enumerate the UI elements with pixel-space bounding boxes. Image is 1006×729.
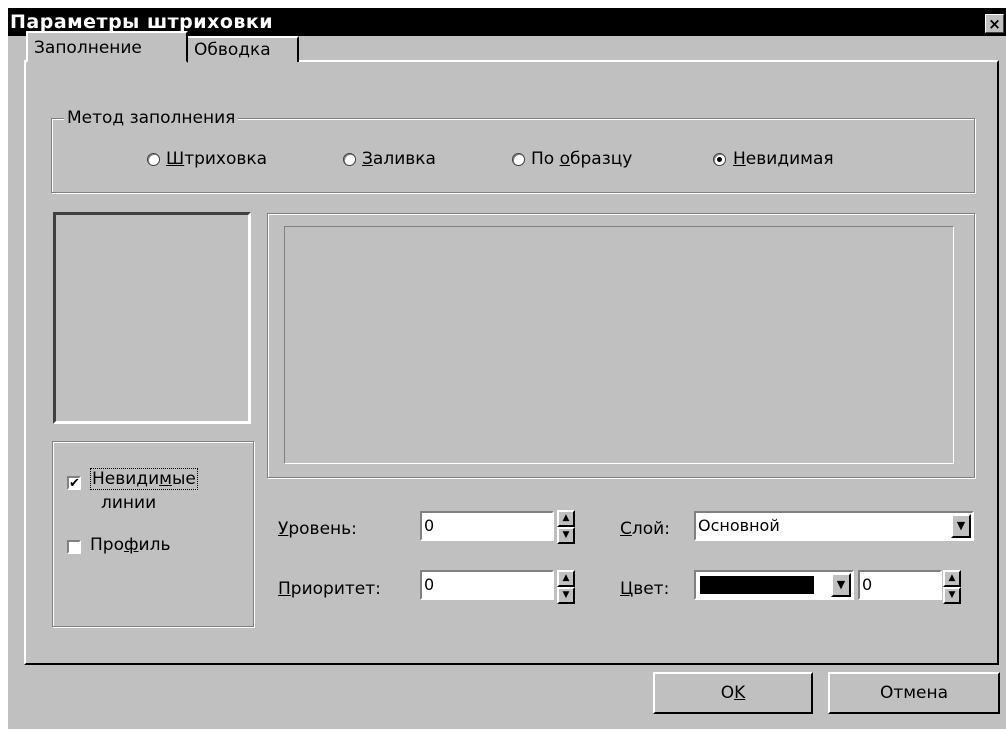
label-rest: бразцу xyxy=(570,149,633,169)
spin-up-icon[interactable]: ▲ xyxy=(557,570,575,587)
label-rest: вет: xyxy=(633,579,670,599)
radio-invisible[interactable] xyxy=(713,153,726,166)
tab-outline-label: Обводка xyxy=(194,40,271,60)
cancel-button[interactable]: Отмена xyxy=(828,672,1000,714)
label-rest: лой: xyxy=(631,519,670,539)
label-post: иль xyxy=(138,535,171,555)
accel-char: о xyxy=(559,149,570,169)
label-rest: аливка xyxy=(372,149,436,169)
radio-fill-label[interactable]: Заливка xyxy=(362,149,436,169)
chevron-down-icon: ▼ xyxy=(956,519,966,532)
accel-char: З xyxy=(362,149,373,169)
hatch-params-dialog: Параметры штриховки × Заполнение Обводка… xyxy=(8,8,1006,729)
color-index-input[interactable]: 0 xyxy=(858,570,942,600)
label-pre: Невиди xyxy=(92,469,160,489)
close-button[interactable]: × xyxy=(985,14,1004,33)
label-pre: О xyxy=(720,683,735,703)
label-rest: триховка xyxy=(184,149,268,169)
spin-down-icon[interactable]: ▼ xyxy=(557,527,575,544)
priority-spinner[interactable]: ▲ ▼ xyxy=(557,570,575,604)
large-preview-box xyxy=(284,226,954,464)
label-pre: Про xyxy=(90,535,124,555)
invisible-lines-label-line2: линии xyxy=(101,493,157,513)
tab-outline[interactable]: Обводка xyxy=(186,36,299,62)
layer-label: Слой: xyxy=(620,519,670,539)
accel-char: м xyxy=(159,469,172,489)
fill-method-legend: Метод заполнения xyxy=(64,108,239,128)
color-select[interactable] xyxy=(694,570,854,600)
layer-dropdown-button[interactable]: ▼ xyxy=(951,514,971,538)
small-preview-box xyxy=(53,212,251,424)
priority-input[interactable]: 0 xyxy=(420,570,554,600)
label-pre: По xyxy=(531,149,560,169)
label-post: ые xyxy=(171,469,196,489)
dialog-title: Параметры штриховки xyxy=(10,11,274,33)
radio-invisible-label[interactable]: Невидимая xyxy=(733,149,834,169)
tab-fill[interactable]: Заполнение xyxy=(26,31,188,63)
layer-select-value: Основной xyxy=(698,516,780,535)
level-spinner[interactable]: ▲ ▼ xyxy=(557,510,575,544)
spin-up-icon[interactable]: ▲ xyxy=(557,510,575,527)
accel-char: ф xyxy=(123,535,139,555)
invisible-lines-label[interactable]: Невидимые xyxy=(90,468,198,490)
color-swatch xyxy=(700,576,814,594)
invisible-lines-checkbox[interactable]: ✔ xyxy=(67,476,81,490)
tab-fill-label: Заполнение xyxy=(34,38,142,58)
priority-label: Приоритет: xyxy=(278,579,381,599)
label-rest: евидимая xyxy=(745,149,834,169)
radio-hatching-label[interactable]: Штриховка xyxy=(166,149,267,169)
level-input[interactable]: 0 xyxy=(420,511,554,541)
profile-checkbox[interactable] xyxy=(67,540,81,554)
accel-char: Ц xyxy=(620,579,634,599)
label-rest: риоритет: xyxy=(290,579,381,599)
accel-char: Н xyxy=(733,149,746,169)
accel-char: K xyxy=(734,683,746,703)
chevron-down-icon: ▼ xyxy=(836,578,846,591)
color-label: Цвет: xyxy=(620,579,669,599)
radio-fill[interactable] xyxy=(343,153,356,166)
spin-down-icon[interactable]: ▼ xyxy=(557,587,575,604)
profile-label[interactable]: Профиль xyxy=(90,535,170,555)
close-icon: × xyxy=(988,15,1001,33)
accel-char: П xyxy=(278,579,291,599)
layer-select[interactable]: Основной xyxy=(694,511,974,541)
check-icon: ✔ xyxy=(69,476,80,491)
color-index-spinner[interactable]: ▲ ▼ xyxy=(943,570,961,604)
accel-char: У xyxy=(278,519,289,539)
accel-char: Ш xyxy=(166,149,185,169)
ok-button[interactable]: ОK xyxy=(653,672,813,714)
radio-pattern[interactable] xyxy=(512,153,525,166)
spin-up-icon[interactable]: ▲ xyxy=(943,570,961,587)
level-label: Уровень: xyxy=(278,519,357,539)
radio-pattern-label[interactable]: По образцу xyxy=(531,149,632,169)
spin-down-icon[interactable]: ▼ xyxy=(943,587,961,604)
radio-hatching[interactable] xyxy=(147,153,160,166)
accel-char: С xyxy=(620,519,632,539)
color-dropdown-button[interactable]: ▼ xyxy=(831,573,851,597)
label-rest: ровень: xyxy=(288,519,357,539)
